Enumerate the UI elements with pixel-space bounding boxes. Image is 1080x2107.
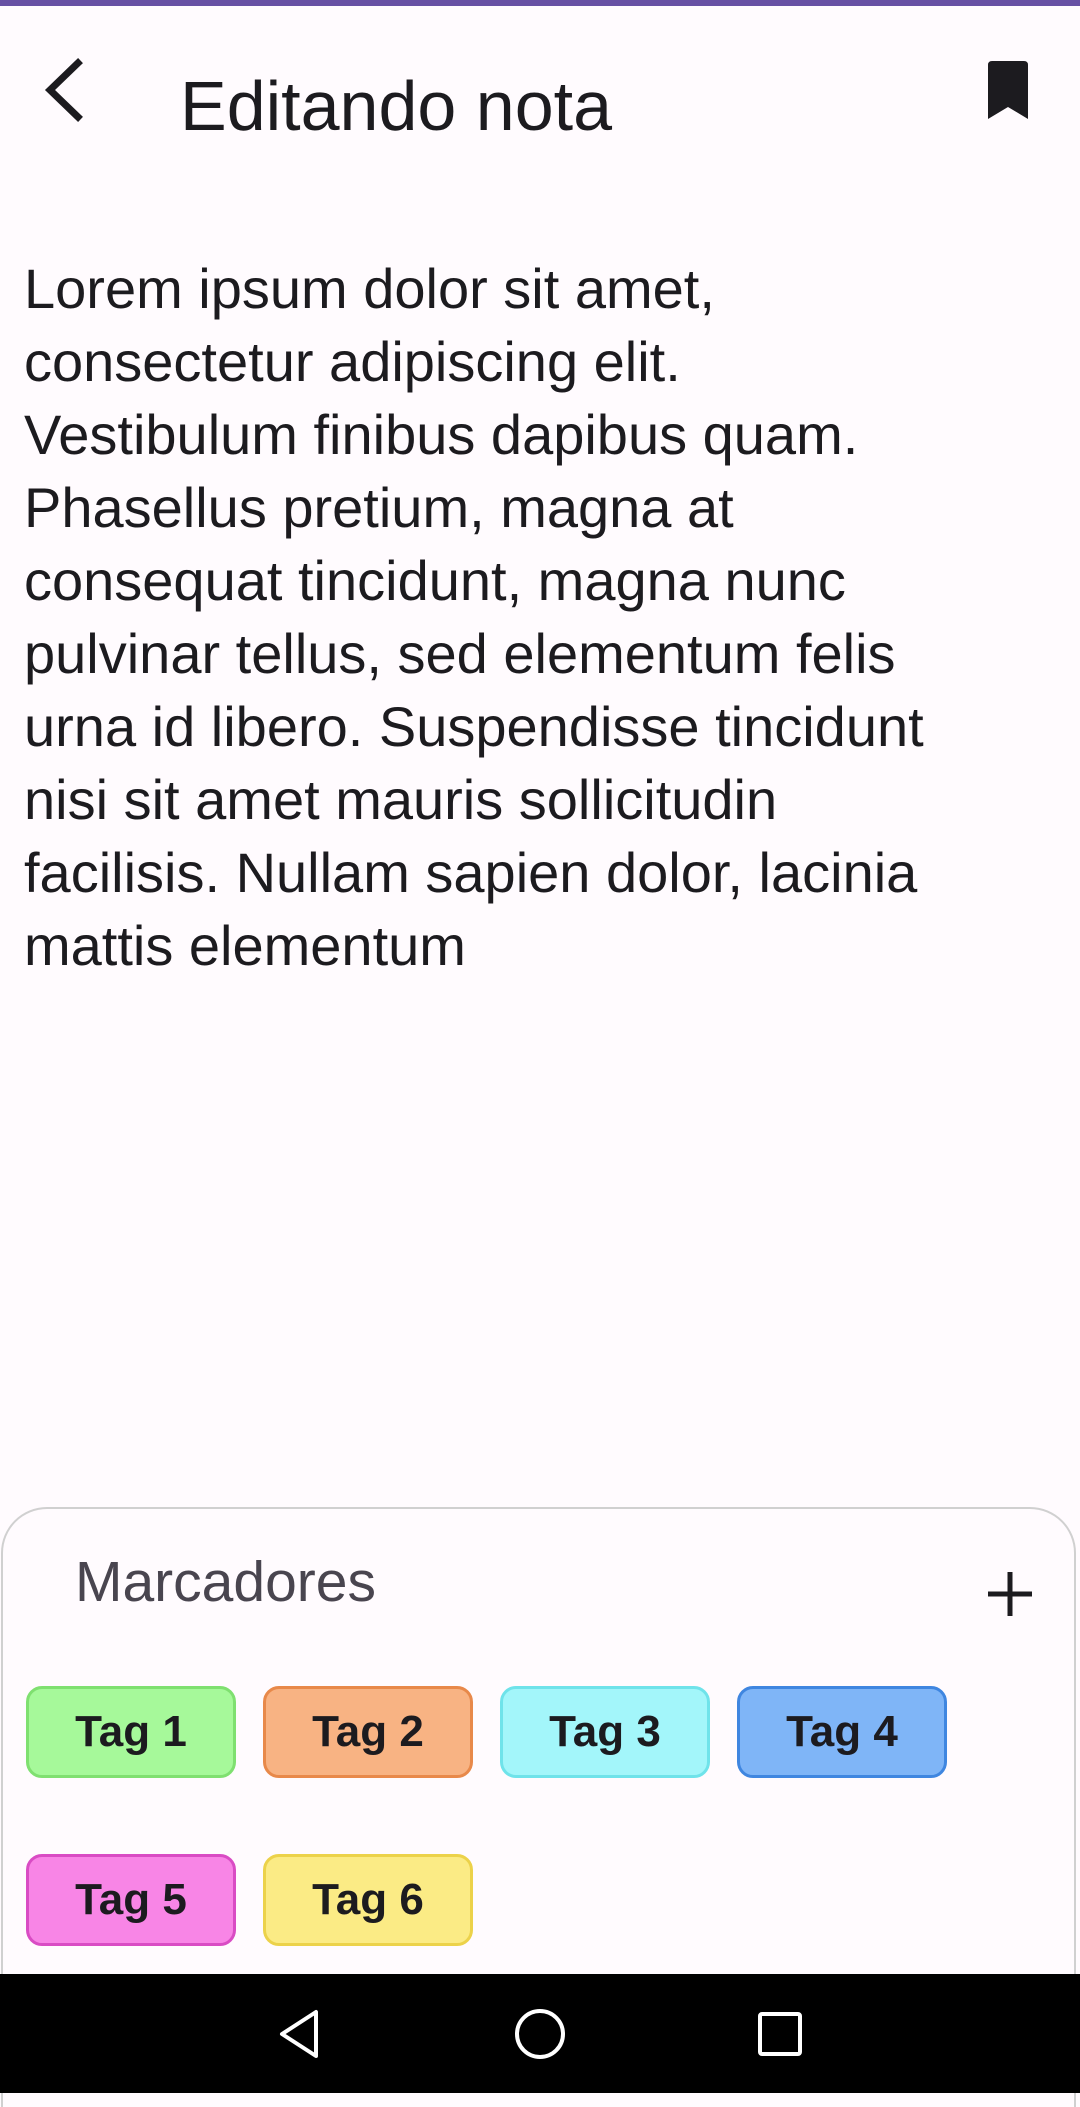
tag-chip-3[interactable]: Tag 3 bbox=[500, 1686, 710, 1778]
tags-panel-title: Marcadores bbox=[75, 1550, 376, 1614]
plus-icon bbox=[988, 1572, 1032, 1616]
tag-label: Tag 3 bbox=[549, 1707, 661, 1756]
nav-back-button[interactable] bbox=[250, 1984, 350, 2084]
tag-label: Tag 1 bbox=[75, 1707, 187, 1756]
bookmark-icon bbox=[988, 61, 1028, 119]
tag-label: Tag 4 bbox=[786, 1707, 898, 1756]
nav-recents-button[interactable] bbox=[730, 1984, 830, 2084]
circle-home-icon bbox=[515, 2009, 565, 2059]
tag-label: Tag 2 bbox=[312, 1707, 424, 1756]
bookmark-button[interactable] bbox=[962, 44, 1054, 136]
tag-chip-1[interactable]: Tag 1 bbox=[26, 1686, 236, 1778]
nav-home-button[interactable] bbox=[490, 1984, 590, 2084]
note-text-area[interactable]: Lorem ipsum dolor sit amet, consectetur … bbox=[24, 252, 1054, 1152]
square-recents-icon bbox=[758, 2012, 802, 2056]
tag-label: Tag 5 bbox=[75, 1875, 187, 1924]
triangle-back-icon bbox=[280, 2010, 318, 2058]
tag-chip-6[interactable]: Tag 6 bbox=[263, 1854, 473, 1946]
tag-label: Tag 6 bbox=[312, 1875, 424, 1924]
app-bar: Editando nota bbox=[0, 6, 1080, 206]
back-button[interactable] bbox=[20, 44, 112, 136]
add-tag-button[interactable] bbox=[963, 1547, 1057, 1641]
tag-chip-4[interactable]: Tag 4 bbox=[737, 1686, 947, 1778]
arrow-back-icon bbox=[44, 58, 83, 122]
system-navigation-bar bbox=[0, 1974, 1080, 2093]
page-title: Editando nota bbox=[180, 67, 613, 145]
tag-chip-5[interactable]: Tag 5 bbox=[26, 1854, 236, 1946]
tag-chip-2[interactable]: Tag 2 bbox=[263, 1686, 473, 1778]
